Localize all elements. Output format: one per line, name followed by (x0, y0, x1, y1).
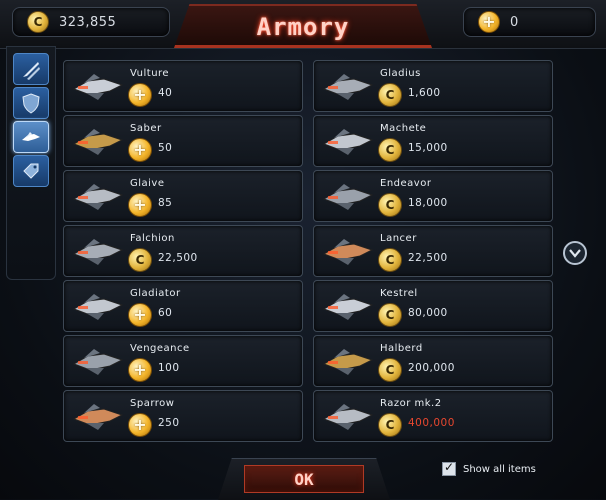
item-card[interactable]: Saber 50 (63, 115, 303, 167)
ship-thumbnail-icon (72, 74, 124, 100)
item-name: Kestrel (380, 288, 418, 299)
item-price: 22,500 (408, 252, 448, 264)
item-card[interactable]: Lancer 22,500 (313, 225, 553, 277)
credit-coin-icon (378, 358, 402, 382)
item-price: 15,000 (408, 142, 448, 154)
credit-coin-icon (378, 413, 402, 437)
item-price: 400,000 (408, 417, 455, 429)
category-sidebar (6, 46, 56, 280)
show-all-label: Show all items (463, 463, 536, 475)
item-card[interactable]: Razor mk.2 400,000 (313, 390, 553, 442)
item-card[interactable]: Machete 15,000 (313, 115, 553, 167)
item-price: 40 (158, 87, 173, 99)
credit-coin-icon (378, 138, 402, 162)
title-plate: Armory (174, 4, 432, 48)
tab-items[interactable] (13, 155, 49, 187)
gold-coin-icon (128, 413, 152, 437)
item-price: 250 (158, 417, 180, 429)
item-name: Gladiator (130, 288, 181, 299)
item-name: Sparrow (130, 398, 175, 409)
item-price: 22,500 (158, 252, 198, 264)
item-card[interactable]: Sparrow 250 (63, 390, 303, 442)
item-price: 85 (158, 197, 173, 209)
item-name: Gladius (380, 68, 421, 79)
gold-coin-icon (128, 83, 152, 107)
item-name: Glaive (130, 178, 165, 189)
ship-thumbnail-icon (72, 129, 124, 155)
ship-thumbnail-icon (72, 349, 124, 375)
item-card[interactable]: Endeavor 18,000 (313, 170, 553, 222)
credit-coin-icon (378, 193, 402, 217)
chevron-down-icon (569, 249, 581, 258)
ship-thumbnail-icon (322, 349, 374, 375)
item-price: 100 (158, 362, 180, 374)
item-price: 200,000 (408, 362, 455, 374)
credit-coin-icon (378, 248, 402, 272)
item-name: Machete (380, 123, 427, 134)
gold-coin-icon (128, 358, 152, 382)
item-price: 60 (158, 307, 173, 319)
ship-thumbnail-icon (322, 74, 374, 100)
credit-coin-icon (128, 248, 152, 272)
gold-coin-icon (128, 303, 152, 327)
item-card[interactable]: Kestrel 80,000 (313, 280, 553, 332)
tag-icon (23, 163, 39, 179)
ship-thumbnail-icon (322, 239, 374, 265)
item-price: 1,600 (408, 87, 441, 99)
item-card[interactable]: Glaive 85 (63, 170, 303, 222)
ship-thumbnail-icon (322, 294, 374, 320)
item-name: Saber (130, 123, 162, 134)
item-name: Endeavor (380, 178, 432, 189)
top-bar: 323,855 Armory 0 (0, 0, 606, 49)
tab-ships[interactable] (13, 121, 49, 153)
item-name: Razor mk.2 (380, 398, 442, 409)
item-card[interactable]: Gladiator 60 (63, 280, 303, 332)
item-card[interactable]: Falchion 22,500 (63, 225, 303, 277)
item-price: 50 (158, 142, 173, 154)
shield-icon (22, 93, 40, 114)
gold-value: 0 (510, 14, 519, 30)
credits-value: 323,855 (59, 14, 117, 30)
gold-coin-icon (128, 193, 152, 217)
item-name: Halberd (380, 343, 423, 354)
weapons-icon (23, 62, 40, 80)
ship-thumbnail-icon (72, 294, 124, 320)
tab-shields[interactable] (13, 87, 49, 119)
credits-display: 323,855 (12, 7, 170, 37)
page-title: Armory (256, 13, 350, 41)
ship-thumbnail-icon (322, 184, 374, 210)
item-card[interactable]: Vulture 40 (63, 60, 303, 112)
tab-weapons[interactable] (13, 53, 49, 85)
ship-thumbnail-icon (72, 404, 124, 430)
ship-thumbnail-icon (72, 184, 124, 210)
ship-thumbnail-icon (322, 129, 374, 155)
gold-coin-icon (128, 138, 152, 162)
item-name: Falchion (130, 233, 175, 244)
show-all-checkbox[interactable] (442, 460, 456, 476)
item-card[interactable]: Gladius 1,600 (313, 60, 553, 112)
item-card[interactable]: Vengeance 100 (63, 335, 303, 387)
ok-button-label: OK (294, 469, 314, 489)
ship-thumbnail-icon (322, 404, 374, 430)
item-name: Lancer (380, 233, 417, 244)
item-name: Vulture (130, 68, 170, 79)
gold-display: 0 (463, 7, 596, 37)
item-name: Vengeance (130, 343, 190, 354)
item-card[interactable]: Halberd 200,000 (313, 335, 553, 387)
item-price: 18,000 (408, 197, 448, 209)
credit-coin-icon (378, 83, 402, 107)
scroll-down-button[interactable] (563, 241, 587, 265)
ok-button[interactable]: OK (244, 465, 364, 493)
ship-thumbnail-icon (72, 239, 124, 265)
gold-coin-icon (478, 11, 500, 33)
show-all-toggle[interactable]: Show all items (442, 460, 536, 476)
ship-icon (22, 132, 40, 141)
credit-coin-icon (27, 11, 49, 33)
item-price: 80,000 (408, 307, 448, 319)
credit-coin-icon (378, 303, 402, 327)
